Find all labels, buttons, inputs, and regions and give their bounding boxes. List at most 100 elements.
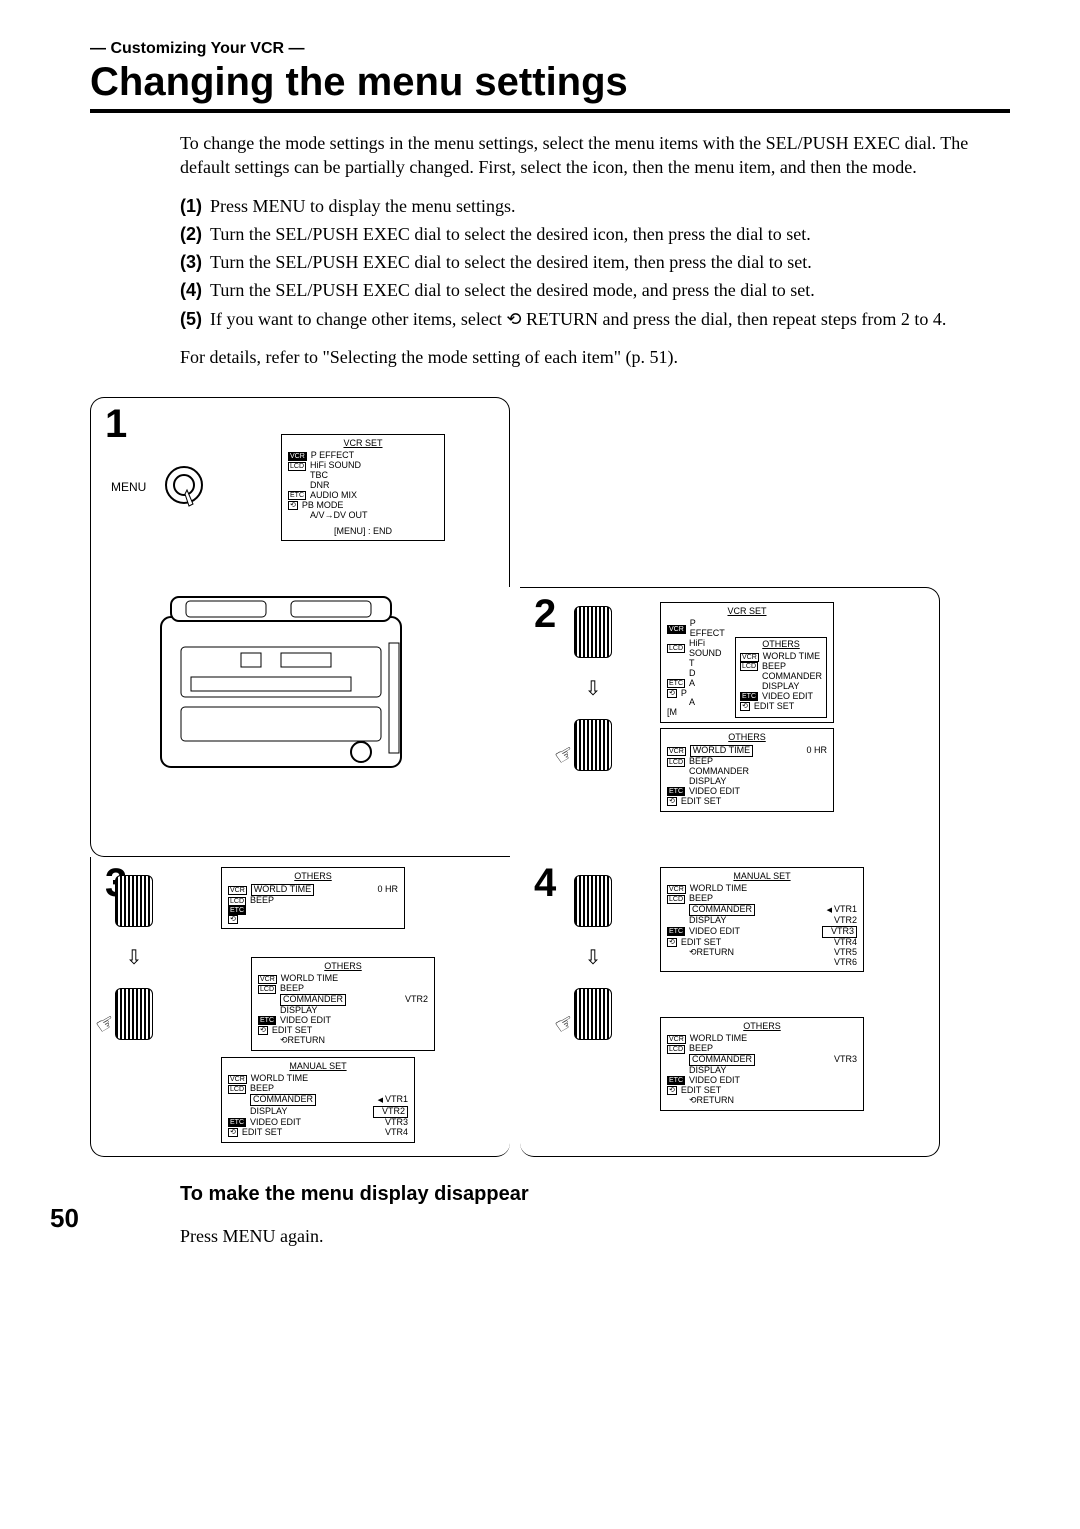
menu-icon-tag: ⟲ xyxy=(667,797,677,806)
step-text: Turn the SEL/PUSH EXEC dial to select th… xyxy=(210,222,811,246)
dial-sequence: ☞ xyxy=(574,606,612,771)
menu-item: ⟲RETURNVTR5 xyxy=(667,948,857,958)
menu-header: OTHERS xyxy=(667,1022,857,1032)
panel-number-4: 4 xyxy=(534,861,556,906)
panel-number-1: 1 xyxy=(105,402,127,447)
menu-item-value: VTR2 xyxy=(826,916,857,926)
menu-screen-4b: OTHERSVCRWORLD TIMELCDBEEPCOMMANDERVTR3D… xyxy=(660,1017,864,1110)
menu-item-value: VTR3 xyxy=(826,1055,857,1065)
dial-press-icon: ☞ xyxy=(574,988,612,1040)
menu-icon-tag: VCR xyxy=(288,452,307,461)
panel-number-2: 2 xyxy=(534,592,556,637)
footer-text: Press MENU again. xyxy=(180,1224,1010,1248)
menu-header: MANUAL SET xyxy=(228,1062,408,1072)
menu-item-value: 0 HR xyxy=(369,885,398,895)
menu-icon-tag: LCD xyxy=(228,897,246,906)
menu-item: ⟲RETURN xyxy=(258,1036,428,1046)
menu-item-value: VTR3 xyxy=(822,926,857,938)
page-title: Changing the menu settings xyxy=(90,60,1010,105)
menu-header: VCR SET xyxy=(667,607,827,617)
menu-header: OTHERS xyxy=(667,733,827,743)
subheading: To make the menu display disappear xyxy=(180,1183,1010,1206)
step-3: (3)Turn the SEL/PUSH EXEC dial to select… xyxy=(180,250,1010,274)
menu-item-label: BEEP xyxy=(689,1044,713,1054)
diagram-area: 1 MENU VCR SET VCRP EFFECTLCDHiFi SOUNDT… xyxy=(90,397,1010,1157)
step-text: If you want to change other items, selec… xyxy=(210,307,946,331)
menu-item: ⟲ xyxy=(228,915,398,924)
menu-icon-tag: VCR xyxy=(258,975,277,984)
menu-item-label: DISPLAY xyxy=(250,1107,287,1117)
menu-item-label: COMMANDER xyxy=(250,1094,316,1106)
menu-item-value: VTR1 xyxy=(370,1095,408,1105)
menu-icon-tag: LCD xyxy=(228,1085,246,1094)
menu-item: ETC xyxy=(228,906,398,915)
panel-2: 2 ☞ VCR SET VCRP EFFECTLCDHiFi SOUNDTDET… xyxy=(520,587,940,857)
menu-header: OTHERS xyxy=(258,962,428,972)
menu-item: DISPLAY VTR2 xyxy=(667,916,857,926)
menu-icon-tag: ⟲ xyxy=(258,1026,268,1035)
menu-icon-tag: VCR xyxy=(667,885,686,894)
menu-item-value: VTR1 xyxy=(819,905,857,915)
dial-icon xyxy=(574,875,612,927)
menu-icon-tag: ⟲ xyxy=(228,915,238,924)
menu-item: LCD BEEP xyxy=(228,896,398,906)
menu-item: A/V→DV OUT xyxy=(288,511,438,521)
menu-screen-3a: OTHERSVCRWORLD TIME0 HRLCDBEEPETC⟲ xyxy=(221,867,405,929)
menu-icon-tag: ETC xyxy=(228,906,246,915)
menu-item: ⟲ EDIT SET xyxy=(667,797,827,807)
menu-screen-2b: OTHERS VCRWORLD TIME0 HRLCDBEEPCOMMANDER… xyxy=(660,728,834,811)
menu-item-label: EDIT SET xyxy=(681,797,721,807)
title-rule xyxy=(90,109,1010,113)
menu-screen-3b: OTHERSVCRWORLD TIMELCDBEEPCOMMANDERVTR2D… xyxy=(251,957,435,1050)
menu-icon-tag: ⟲ xyxy=(667,938,677,947)
arrow-down-icon xyxy=(585,676,602,701)
dial-press-icon: ☞ xyxy=(115,988,153,1040)
menu-icon-tag: LCD xyxy=(667,895,685,904)
menu-item-label: ⟲RETURN xyxy=(689,948,734,958)
menu-item: ⟲EDIT SETVTR4 xyxy=(228,1128,408,1138)
steps-list: (1)Press MENU to display the menu settin… xyxy=(180,194,1010,331)
hand-icon: ☞ xyxy=(550,1008,580,1040)
menu-header: OTHERS xyxy=(228,872,398,882)
step-1: (1)Press MENU to display the menu settin… xyxy=(180,194,1010,218)
vcr-unit-illustration xyxy=(131,587,431,787)
dial-sequence: ☞ xyxy=(115,875,153,1040)
menu-item-label: ⟲RETURN xyxy=(280,1036,325,1046)
menu-item: VTR6 xyxy=(667,958,857,968)
menu-icon-tag: ETC xyxy=(667,1076,685,1085)
menu-icon-tag: VCR xyxy=(228,1075,247,1084)
menu-item: LCDBEEP xyxy=(258,984,428,994)
menu-item-label: BEEP xyxy=(250,896,274,906)
menu-icon-tag: LCD xyxy=(258,985,276,994)
menu-screen-2a: VCR SET VCRP EFFECTLCDHiFi SOUNDTDETCA⟲P… xyxy=(660,602,834,723)
menu-item: LCDBEEP xyxy=(667,1044,857,1054)
menu-icon-tag: VCR xyxy=(228,886,247,895)
menu-button-label: MENU xyxy=(111,480,146,494)
step-text: Press MENU to display the menu settings. xyxy=(210,194,515,218)
menu-item-label: A/V→DV OUT xyxy=(310,511,368,521)
menu-item: COMMANDER VTR1 xyxy=(228,1094,408,1106)
menu-icon-tag: ETC xyxy=(288,491,306,500)
menu-header: VCR SET xyxy=(288,439,438,449)
arrow-down-icon xyxy=(585,945,602,970)
menu-item-label: DISPLAY xyxy=(689,916,726,926)
menu-item-label: EDIT SET xyxy=(242,1128,282,1138)
menu-icon-tag: ETC xyxy=(667,787,685,796)
menu-icon-tag: LCD xyxy=(288,462,306,471)
details-reference: For details, refer to "Selecting the mod… xyxy=(180,345,1010,369)
menu-item: LCD BEEP xyxy=(667,894,857,904)
menu-icon-tag: ⟲ xyxy=(667,1086,677,1095)
hand-icon: ☞ xyxy=(91,1008,121,1040)
menu-item: ⟲RETURN xyxy=(667,1096,857,1106)
dial-press-icon: ☞ xyxy=(574,719,612,771)
menu-item-value: 0 HR xyxy=(798,746,827,756)
dial-sequence: ☞ xyxy=(574,875,612,1040)
menu-item: LCDBEEP xyxy=(228,1084,408,1094)
page-number: 50 xyxy=(50,1203,79,1234)
menu-item-label: BEEP xyxy=(689,894,713,904)
menu-icon-tag: VCR xyxy=(667,1035,686,1044)
menu-screen-3c: MANUAL SETVCRWORLD TIMELCDBEEPCOMMANDERV… xyxy=(221,1057,415,1142)
menu-item-value: VTR2 xyxy=(397,995,428,1005)
menu-icon-tag: ETC xyxy=(667,927,685,936)
step-4: (4)Turn the SEL/PUSH EXEC dial to select… xyxy=(180,278,1010,302)
